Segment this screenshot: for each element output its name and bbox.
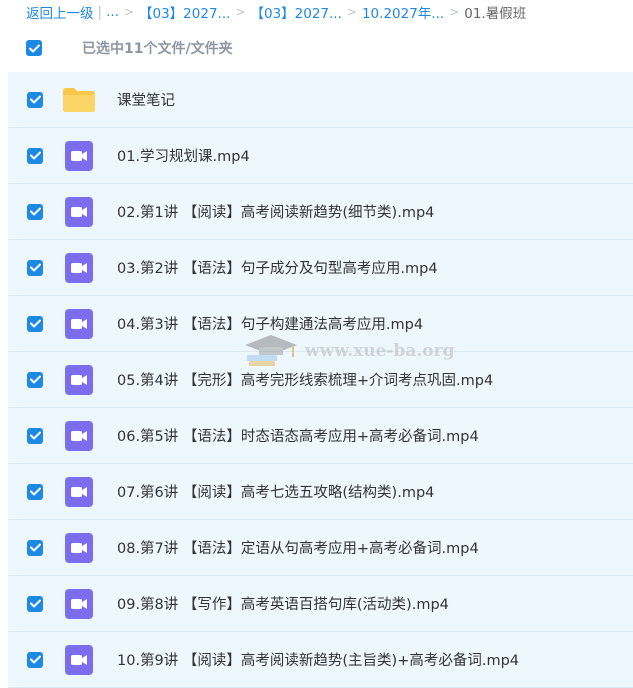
file-row[interactable]: 03.第2讲 【语法】句子成分及句型高考应用.mp4 xyxy=(8,240,633,296)
video-file-icon xyxy=(59,644,99,675)
video-file-icon xyxy=(59,252,99,283)
row-checkbox[interactable] xyxy=(27,595,43,612)
file-row[interactable]: 02.第1讲 【阅读】高考阅读新趋势(细节类).mp4 xyxy=(8,184,633,240)
file-row[interactable]: 08.第7讲 【语法】定语从句高考应用+高考必备词.mp4 xyxy=(8,520,633,576)
file-name[interactable]: 04.第3讲 【语法】句子构建通法高考应用.mp4 xyxy=(117,313,423,334)
row-checkbox[interactable] xyxy=(27,651,43,668)
breadcrumb-item-1[interactable]: 【03】2027... xyxy=(139,2,230,22)
row-checkbox[interactable] xyxy=(27,371,43,388)
file-row[interactable]: 06.第5讲 【语法】时态语态高考应用+高考必备词.mp4 xyxy=(8,408,633,464)
file-name[interactable]: 05.第4讲 【完形】高考完形线索梳理+介词考点巩固.mp4 xyxy=(117,369,493,390)
chevron-right-icon: > xyxy=(449,5,460,19)
row-checkbox[interactable] xyxy=(27,315,43,332)
selection-summary: 已选中11个文件/文件夹 xyxy=(82,41,233,57)
video-file-icon xyxy=(59,420,99,451)
file-row[interactable]: 01.学习规划课.mp4 xyxy=(8,128,633,184)
file-name[interactable]: 08.第7讲 【语法】定语从句高考应用+高考必备词.mp4 xyxy=(117,537,479,558)
breadcrumb-item-2[interactable]: 【03】2027... xyxy=(250,2,341,22)
file-name[interactable]: 10.第9讲 【阅读】高考阅读新趋势(主旨类)+高考必备词.mp4 xyxy=(117,649,519,670)
video-file-icon xyxy=(59,476,99,507)
file-row[interactable]: 09.第8讲 【写作】高考英语百搭句库(活动类).mp4 xyxy=(8,576,633,632)
file-name[interactable]: 07.第6讲 【阅读】高考七选五攻略(结构类).mp4 xyxy=(117,481,434,502)
file-name[interactable]: 02.第1讲 【阅读】高考阅读新趋势(细节类).mp4 xyxy=(117,201,434,222)
check-icon xyxy=(29,599,41,608)
breadcrumb: 返回上一级 | ... > 【03】2027... > 【03】2027... … xyxy=(0,0,633,24)
video-file-icon xyxy=(59,532,99,563)
selection-header: 已选中11个文件/文件夹 xyxy=(0,24,633,72)
check-icon xyxy=(29,487,41,496)
check-icon xyxy=(29,263,41,272)
video-file-icon xyxy=(59,140,99,171)
select-all-checkbox[interactable] xyxy=(26,40,42,56)
file-row[interactable]: 07.第6讲 【阅读】高考七选五攻略(结构类).mp4 xyxy=(8,464,633,520)
folder-icon xyxy=(59,87,99,113)
video-file-icon xyxy=(59,364,99,395)
row-checkbox[interactable] xyxy=(27,539,43,556)
breadcrumb-divider: | xyxy=(97,4,103,20)
breadcrumb-ellipsis[interactable]: ... xyxy=(106,4,119,20)
file-row[interactable]: 课堂笔记 xyxy=(8,72,633,128)
chevron-right-icon: > xyxy=(123,5,134,19)
check-icon xyxy=(29,655,41,664)
video-file-icon xyxy=(59,196,99,227)
file-name[interactable]: 06.第5讲 【语法】时态语态高考应用+高考必备词.mp4 xyxy=(117,425,479,446)
video-file-icon xyxy=(59,588,99,619)
check-icon xyxy=(29,543,41,552)
file-list: 课堂笔记 01.学习规划课.mp4 02.第1讲 【阅读】高考阅读新趋势(细节类).… xyxy=(8,72,633,688)
check-icon xyxy=(29,431,41,440)
file-name[interactable]: 课堂笔记 xyxy=(117,89,175,110)
row-checkbox[interactable] xyxy=(27,91,43,108)
file-row[interactable]: 05.第4讲 【完形】高考完形线索梳理+介词考点巩固.mp4 xyxy=(8,352,633,408)
row-checkbox[interactable] xyxy=(27,147,43,164)
check-icon xyxy=(28,44,40,52)
file-row[interactable]: 04.第3讲 【语法】句子构建通法高考应用.mp4 xyxy=(8,296,633,352)
check-icon xyxy=(29,319,41,328)
file-name[interactable]: 09.第8讲 【写作】高考英语百搭句库(活动类).mp4 xyxy=(117,593,449,614)
row-checkbox[interactable] xyxy=(27,203,43,220)
row-checkbox[interactable] xyxy=(27,427,43,444)
back-link[interactable]: 返回上一级 xyxy=(26,2,94,22)
breadcrumb-item-3[interactable]: 10.2027年... xyxy=(362,2,444,22)
row-checkbox[interactable] xyxy=(27,259,43,276)
file-name[interactable]: 03.第2讲 【语法】句子成分及句型高考应用.mp4 xyxy=(117,257,438,278)
check-icon xyxy=(29,375,41,384)
video-file-icon xyxy=(59,308,99,339)
check-icon xyxy=(29,207,41,216)
breadcrumb-current: 01.暑假班 xyxy=(464,6,527,22)
check-icon xyxy=(29,151,41,160)
file-name[interactable]: 01.学习规划课.mp4 xyxy=(117,145,250,166)
chevron-right-icon: > xyxy=(346,5,357,19)
row-checkbox[interactable] xyxy=(27,483,43,500)
chevron-right-icon: > xyxy=(235,5,246,19)
file-row[interactable]: 10.第9讲 【阅读】高考阅读新趋势(主旨类)+高考必备词.mp4 xyxy=(8,632,633,688)
check-icon xyxy=(29,95,41,104)
